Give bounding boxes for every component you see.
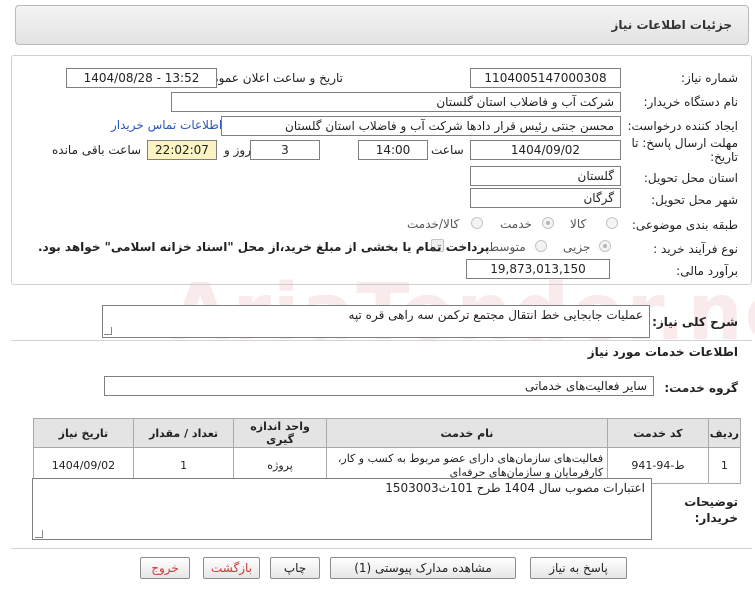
purchase-small-label: جزیی <box>563 240 591 254</box>
page-title: جزئیات اطلاعات نیاز <box>611 18 732 32</box>
category-goods-radio[interactable] <box>606 217 618 229</box>
attachments-button[interactable]: مشاهده مدارک پیوستی (1) <box>330 557 516 579</box>
category-service-label: خدمت <box>500 217 532 231</box>
buyer-notes-label: توضیحات خریدار: <box>684 495 738 525</box>
col-name-header: نام خدمت <box>325 418 609 448</box>
purchase-medium-radio[interactable] <box>535 240 547 252</box>
category-service-radio[interactable] <box>542 217 554 229</box>
resize-handle[interactable] <box>104 327 112 335</box>
deadline-time-field[interactable]: 14:00 <box>358 140 428 160</box>
announce-label: تاریخ و ساعت اعلان عمومی: <box>198 71 343 85</box>
estimate-field[interactable]: 19,873,013,150 <box>466 259 610 279</box>
purchase-medium-label: متوسط <box>488 240 526 254</box>
service-group-label: گروه خدمت: <box>664 381 738 395</box>
creator-label: ایجاد کننده درخواست: <box>627 119 738 133</box>
notes-resize-handle[interactable] <box>35 530 43 538</box>
province-label: استان محل تحویل: <box>643 171 738 185</box>
col-row-header: ردیف <box>707 418 742 448</box>
purchase-small-radio[interactable] <box>599 240 611 252</box>
service-group-field[interactable]: سایر فعالیت‌های خدماتی <box>104 376 654 396</box>
print-button[interactable]: چاپ <box>270 557 320 579</box>
days-field[interactable]: 3 <box>250 140 320 160</box>
creator-field[interactable]: محسن جنتی رئیس قرار دادها شرکت آب و فاضل… <box>221 116 621 136</box>
city-label: شهر محل تحویل: <box>651 193 738 207</box>
services-section-title: اطلاعات خدمات مورد نیاز <box>587 345 738 359</box>
estimate-label: برآورد مالی: <box>676 264 738 278</box>
category-label: طبقه بندی موضوعی: <box>631 218 738 232</box>
col-qty-header: تعداد / مقدار <box>132 418 235 448</box>
purchase-type-label: نوع فرآیند خرید : <box>653 242 738 256</box>
description-label: شرح کلی نیاز: <box>652 315 738 329</box>
exit-button[interactable]: خروج <box>140 557 190 579</box>
cell-row: 1 <box>707 447 742 484</box>
remaining-time-field: 22:02:07 <box>147 140 217 160</box>
page-header: جزئیات اطلاعات نیاز <box>15 5 749 45</box>
province-field[interactable]: گلستان <box>470 166 621 186</box>
back-button[interactable]: بازگشت <box>203 557 260 579</box>
buyer-notes-field[interactable]: اعتبارات مصوب سال 1404 طرح 101ث1503003 <box>32 478 652 540</box>
announce-field[interactable]: 1404/08/28 - 13:52 <box>66 68 217 88</box>
buyer-contact-link[interactable]: اطلاعات تماس خریدار <box>111 118 222 132</box>
buyer-org-field[interactable]: شرکت آب و فاضلاب استان گلستان <box>171 92 621 112</box>
category-goods-service-radio[interactable] <box>471 217 483 229</box>
category-goods-label: کالا <box>570 217 587 231</box>
remaining-label: ساعت باقی مانده <box>52 143 142 157</box>
table-header-row: ردیف کد خدمت نام خدمت واحد اندازه گیری ت… <box>33 418 742 448</box>
time-label: ساعت <box>431 143 464 157</box>
services-table: ردیف کد خدمت نام خدمت واحد اندازه گیری ت… <box>33 418 742 484</box>
deadline-label: مهلت ارسال پاسخ: تا تاریخ: <box>631 136 738 164</box>
deadline-date-field[interactable]: 1404/09/02 <box>470 140 621 160</box>
reply-button[interactable]: پاسخ به نیاز <box>530 557 627 579</box>
buyer-org-label: نام دستگاه خریدار: <box>643 95 739 109</box>
col-unit-header: واحد اندازه گیری <box>233 418 327 448</box>
footer-divider <box>11 548 752 549</box>
section-divider <box>11 340 752 341</box>
days-label: روز و <box>224 143 251 157</box>
description-field[interactable]: عملیات جابجایی خط انتقال مجتمع ترکمن سه … <box>102 305 650 338</box>
need-number-label: شماره نیاز: <box>681 71 738 85</box>
need-number-field[interactable]: 1104005147000308 <box>470 68 621 88</box>
col-date-header: تاریخ نیاز <box>33 418 134 448</box>
payment-note: پرداخت تمام یا بخشی از مبلغ خرید،از محل … <box>38 240 490 254</box>
category-goods-service-label: کالا/خدمت <box>407 217 460 231</box>
col-code-header: کد خدمت <box>607 418 709 448</box>
city-field[interactable]: گرگان <box>470 188 621 208</box>
